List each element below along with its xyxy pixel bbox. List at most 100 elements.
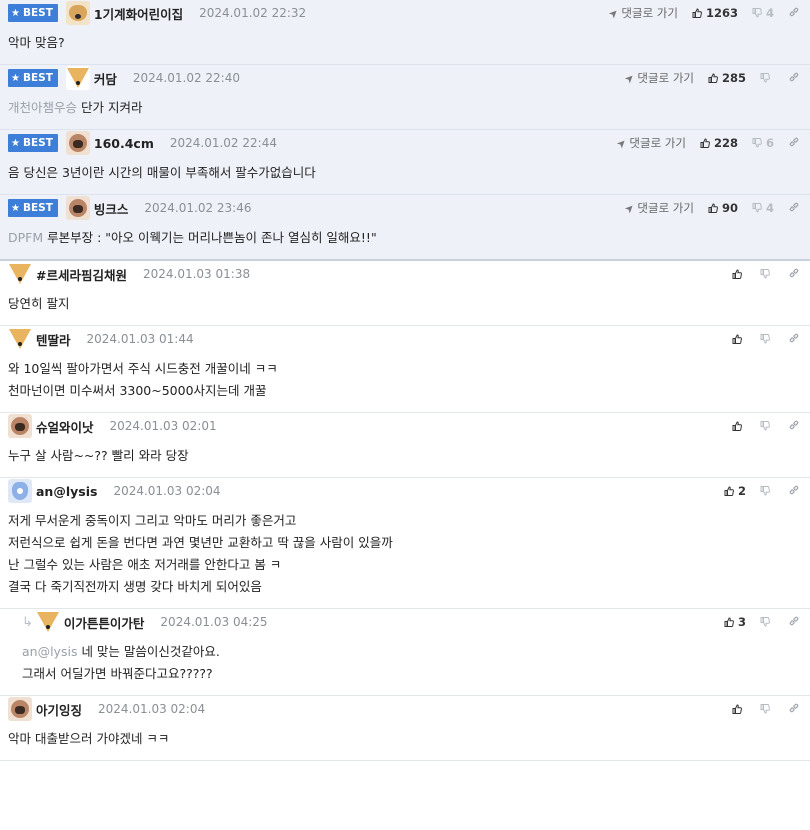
comment-text: 결국 다 죽기직전까지 생명 갖다 바치게 되어있음 xyxy=(8,579,262,594)
comment: 텐딸라 2024.01.03 01:44 와 10일씩 팔아가면서 주식 시드충전 … xyxy=(0,326,810,413)
comment-date: 2024.01.02 22:44 xyxy=(169,136,277,150)
nickname[interactable]: 160.4cm xyxy=(94,136,154,151)
downvote-button[interactable] xyxy=(760,73,774,83)
copy-link-button[interactable] xyxy=(788,267,800,282)
downvote-button[interactable] xyxy=(760,421,774,431)
mention-reference[interactable]: 개천아챔우승 xyxy=(8,100,77,115)
downvote-button[interactable] xyxy=(760,704,774,714)
comment-date: 2024.01.02 22:32 xyxy=(199,6,307,20)
upvote-button[interactable] xyxy=(732,269,746,279)
upvote-button[interactable]: 285 xyxy=(708,71,746,85)
mention-reference[interactable]: DPFM xyxy=(8,230,43,245)
comment-actions: 2 xyxy=(724,482,800,500)
downvote-button[interactable]: 4 xyxy=(752,201,774,215)
comment-text-line: 저런식으로 쉽게 돈을 번다면 과연 몇년만 교환하고 딱 끊을 사람이 있을까 xyxy=(8,532,802,554)
copy-link-button[interactable] xyxy=(788,332,800,347)
thumbs-down-icon xyxy=(760,73,770,83)
downvote-button[interactable]: 4 xyxy=(752,6,774,20)
copy-link-button[interactable] xyxy=(788,71,800,86)
downvote-button[interactable] xyxy=(760,334,774,344)
comment-actions: 3 xyxy=(724,613,800,631)
comment-body: 와 10일씩 팔아가면서 주식 시드충전 개꿀이네 ㅋㅋ 천마넌이면 미수써서 3… xyxy=(8,352,802,412)
nickname[interactable]: 슈얼와이낫 xyxy=(36,417,94,436)
star-icon: ★ xyxy=(11,202,20,214)
upvote-button[interactable] xyxy=(732,704,746,714)
nickname[interactable]: 1기계화어린이집 xyxy=(94,4,183,23)
thumbs-down-icon xyxy=(760,269,770,279)
copy-link-button[interactable] xyxy=(788,6,800,21)
upvote-button[interactable] xyxy=(732,334,746,344)
comment-body: 음 당신은 3년이란 시간의 매물이 부족해서 팔수가없습니다 xyxy=(8,156,802,194)
downvote-button[interactable] xyxy=(760,486,774,496)
best-label: BEST xyxy=(22,72,53,84)
upvote-button[interactable] xyxy=(732,421,746,431)
avatar[interactable] xyxy=(8,414,32,438)
comment-text: 음 당신은 3년이란 시간의 매물이 부족해서 팔수가없습니다 xyxy=(8,165,316,180)
downvote-button[interactable] xyxy=(760,269,774,279)
avatar[interactable] xyxy=(8,262,32,286)
reply-arrow-icon: ↳ xyxy=(22,614,33,630)
downvote-button[interactable]: 6 xyxy=(752,136,774,150)
copy-link-button[interactable] xyxy=(788,615,800,630)
goto-comment-link[interactable]: ➤ 댓글로 가기 xyxy=(614,135,686,151)
avatar[interactable] xyxy=(65,131,90,155)
avatar[interactable] xyxy=(65,196,90,220)
avatar[interactable] xyxy=(65,66,90,90)
avatar[interactable] xyxy=(8,697,32,721)
goto-comment-link[interactable]: ➤ 댓글로 가기 xyxy=(622,200,694,216)
link-icon xyxy=(789,268,799,277)
copy-link-button[interactable] xyxy=(788,419,800,434)
comment-actions: ➤ 댓글로 가기 228 6 xyxy=(614,134,800,152)
comment-text: 악마 대출받으러 가야겠네 ㅋㅋ xyxy=(8,731,170,746)
downvote-count: 6 xyxy=(765,136,774,150)
nickname[interactable]: #르세라핌김채원 xyxy=(36,265,127,284)
thumbs-down-icon xyxy=(760,617,770,627)
comment-body: an@lysis 네 맞는 말씀이신것같아요. 그래서 어딜가면 바꿔준다고요???… xyxy=(22,635,802,695)
thumbs-down-icon xyxy=(752,203,762,213)
thumbs-up-icon xyxy=(700,138,710,148)
best-label: BEST xyxy=(22,202,53,214)
comment-body: 저게 무서운게 중독이지 그리고 악마도 머리가 좋은거고 저런식으로 쉽게 돈을… xyxy=(8,504,802,608)
nickname[interactable]: 아기잉징 xyxy=(36,700,82,719)
comment-actions xyxy=(732,265,800,283)
thumbs-up-icon xyxy=(724,486,734,496)
comment-body: 개천아챔우승 단가 지켜라 xyxy=(8,91,802,129)
comment-text-line: 개천아챔우승 단가 지켜라 xyxy=(8,97,802,119)
upvote-button[interactable]: 3 xyxy=(724,615,746,629)
nickname[interactable]: 커담 xyxy=(94,69,117,88)
comment-date: 2024.01.03 01:44 xyxy=(86,332,194,346)
copy-link-button[interactable] xyxy=(788,201,800,216)
upvote-count: 2 xyxy=(737,484,746,498)
mention-reference[interactable]: an@lysis xyxy=(22,644,77,659)
upvote-button[interactable]: 1263 xyxy=(692,6,738,20)
best-label: BEST xyxy=(22,137,53,149)
thumbs-down-icon xyxy=(760,704,770,714)
comment-header: 슈얼와이낫 2024.01.03 02:01 xyxy=(8,413,802,439)
upvote-button[interactable]: 228 xyxy=(700,136,738,150)
upvote-button[interactable]: 2 xyxy=(724,484,746,498)
nickname[interactable]: an@lysis xyxy=(36,484,97,499)
avatar[interactable] xyxy=(8,327,32,351)
copy-link-button[interactable] xyxy=(788,136,800,151)
avatar[interactable] xyxy=(8,479,32,503)
link-icon xyxy=(789,420,799,429)
goto-comment-link[interactable]: ➤ 댓글로 가기 xyxy=(606,5,678,21)
avatar[interactable] xyxy=(65,1,90,25)
comment-actions xyxy=(732,700,800,718)
avatar[interactable] xyxy=(35,610,60,634)
nickname[interactable]: 이가튼튼이가탄 xyxy=(64,613,145,632)
comment-date: 2024.01.02 23:46 xyxy=(144,201,252,215)
comment-text-line: DPFM 루본부장 : "아오 이웩기는 머리나쁜놈이 존나 열심히 일해요!!" xyxy=(8,227,802,249)
copy-link-button[interactable] xyxy=(788,484,800,499)
nickname[interactable]: 텐딸라 xyxy=(36,330,71,349)
nickname[interactable]: 빙크스 xyxy=(94,199,129,218)
copy-link-button[interactable] xyxy=(788,702,800,717)
thumbs-down-icon xyxy=(752,8,762,18)
comment-body: DPFM 루본부장 : "아오 이웩기는 머리나쁜놈이 존나 열심히 일해요!!" xyxy=(8,221,802,259)
goto-comment-link[interactable]: ➤ 댓글로 가기 xyxy=(622,70,694,86)
downvote-button[interactable] xyxy=(760,617,774,627)
thumbs-up-icon xyxy=(732,334,742,344)
comment-date: 2024.01.03 02:04 xyxy=(98,702,206,716)
upvote-button[interactable]: 90 xyxy=(708,201,738,215)
comment-date: 2024.01.03 02:01 xyxy=(109,419,217,433)
